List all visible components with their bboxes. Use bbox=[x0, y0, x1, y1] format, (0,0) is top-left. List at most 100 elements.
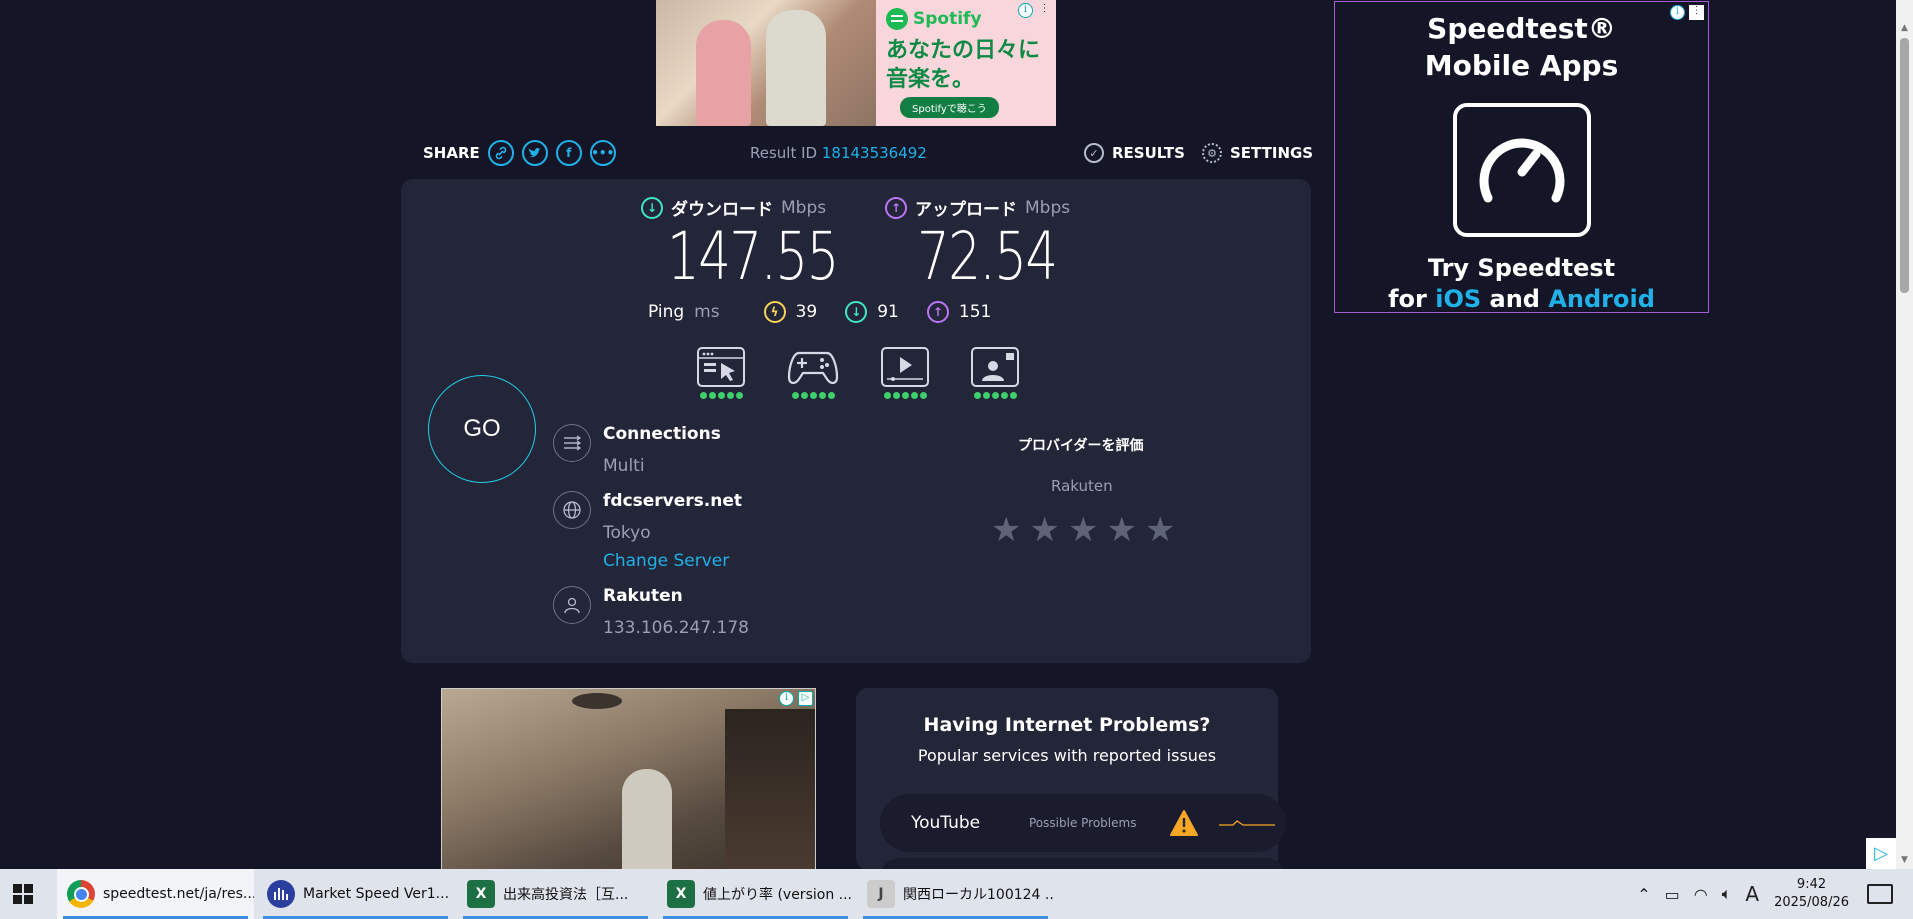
gaming-performance[interactable] bbox=[787, 347, 839, 399]
star-icon[interactable]: ★ bbox=[1145, 513, 1175, 547]
rating-dot bbox=[892, 392, 900, 399]
taskbar-item-excel-1[interactable]: X 出来高投資法［互... bbox=[457, 869, 654, 919]
taskbar-item-label: 出来高投資法［互... bbox=[503, 887, 629, 903]
change-server-link[interactable]: Change Server bbox=[603, 551, 729, 571]
star-icon[interactable]: ★ bbox=[1068, 513, 1098, 547]
start-button[interactable] bbox=[0, 869, 46, 919]
ad-headline: Speedtest® Mobile Apps bbox=[1335, 10, 1708, 84]
video-streaming-performance[interactable] bbox=[881, 347, 929, 399]
ping-download[interactable]: ↓ 91 bbox=[845, 301, 899, 323]
scroll-thumb[interactable] bbox=[1900, 38, 1909, 293]
ad-menu-icon[interactable]: ⋮ bbox=[1037, 3, 1052, 18]
speedtest-apps-ad[interactable]: Speedtest® Mobile Apps Try Speedtest for… bbox=[1334, 1, 1709, 313]
scroll-up-icon[interactable]: ▲ bbox=[1896, 20, 1913, 37]
ad-tag-ios[interactable]: iOS bbox=[1435, 285, 1481, 313]
rating-dot bbox=[800, 392, 808, 399]
ad-info-icon[interactable]: i bbox=[1018, 3, 1033, 18]
result-id-value[interactable]: 18143536492 bbox=[822, 144, 927, 162]
more-icon[interactable]: ••• bbox=[589, 140, 616, 166]
ad-info-icon[interactable]: i bbox=[779, 691, 794, 706]
problem-item-youtube[interactable]: YouTube Possible Problems bbox=[880, 794, 1286, 852]
ad-tag-android[interactable]: Android bbox=[1548, 285, 1655, 313]
taskbar-item-market-speed[interactable]: Market Speed Ver1... bbox=[257, 869, 454, 919]
upload-latency-icon: ↑ bbox=[926, 301, 949, 323]
battery-icon[interactable]: ▭ bbox=[1665, 885, 1680, 904]
settings-link[interactable]: ⚙ SETTINGS bbox=[1202, 143, 1313, 163]
video-chat-performance[interactable] bbox=[971, 347, 1019, 399]
ad-headline-line1: あなたの日々に bbox=[886, 38, 1041, 63]
ping-label: Ping bbox=[648, 302, 685, 322]
taskbar-item-label: Market Speed Ver1... bbox=[303, 886, 450, 902]
go-button[interactable]: GO bbox=[428, 375, 536, 483]
video-streaming-rating bbox=[883, 392, 927, 399]
ad-info-icon[interactable]: i bbox=[1670, 5, 1685, 20]
volume-icon[interactable]: 🔈︎ bbox=[1722, 884, 1732, 904]
ping-idle[interactable]: ϟ 39 bbox=[763, 301, 818, 323]
download-value: 147.55 bbox=[667, 218, 839, 295]
vertical-scrollbar[interactable]: ▲ ▼ bbox=[1896, 0, 1913, 869]
upload-label: アップロード bbox=[915, 200, 1017, 220]
ad-cta-button[interactable]: Spotifyで聴こう bbox=[900, 97, 999, 118]
upload-metric: ↑ アップロード Mbps 72.54 bbox=[885, 195, 1096, 295]
result-card: ↓ ダウンロード Mbps 147.55 ↑ アップロード Mbps 72.54… bbox=[401, 179, 1311, 663]
gaming-rating bbox=[791, 392, 835, 399]
settings-label: SETTINGS bbox=[1230, 144, 1314, 162]
connections-value[interactable]: Multi bbox=[603, 456, 645, 476]
spotify-ad[interactable]: Spotify あなたの日々に 音楽を。 Spotifyで聴こう i ⋮ bbox=[656, 0, 1056, 126]
rating-dot bbox=[699, 392, 707, 399]
ad-tag-for: for bbox=[1388, 285, 1427, 313]
results-label: RESULTS bbox=[1112, 144, 1185, 162]
results-link[interactable]: ✓ RESULTS bbox=[1084, 143, 1185, 163]
wifi-icon[interactable]: ◠ bbox=[1694, 885, 1708, 904]
taskbar-item-java[interactable]: J 関西ローカル100124 ... bbox=[857, 869, 1054, 919]
ad-menu-icon[interactable]: ⋮ bbox=[1689, 5, 1704, 20]
star-icon[interactable]: ★ bbox=[1029, 513, 1059, 547]
facebook-icon[interactable]: f bbox=[555, 140, 582, 166]
service-name: YouTube bbox=[911, 813, 981, 833]
ad-tag-and: and bbox=[1489, 285, 1540, 313]
idle-latency-icon: ϟ bbox=[763, 301, 786, 323]
star-icon[interactable]: ★ bbox=[1106, 513, 1136, 547]
rating-dot bbox=[991, 392, 999, 399]
taskbar-item-excel-2[interactable]: X 値上がり率 (version ... bbox=[657, 869, 854, 919]
rating-dot bbox=[708, 392, 716, 399]
ad-promo: Spotify あなたの日々に 音楽を。 Spotifyで聴こう i ⋮ bbox=[876, 0, 1056, 126]
link-icon[interactable] bbox=[487, 140, 514, 166]
video-chat-icon bbox=[971, 347, 1019, 387]
notification-icon[interactable] bbox=[1867, 884, 1893, 904]
star-icon[interactable]: ★ bbox=[991, 513, 1021, 547]
video-streaming-icon bbox=[881, 347, 929, 387]
taskbar-item-chrome[interactable]: speedtest.net/ja/res... bbox=[57, 869, 254, 919]
ping-idle-value: 39 bbox=[795, 302, 818, 322]
trend-sparkline bbox=[1219, 814, 1275, 833]
clock[interactable]: 9:42 2025/08/26 bbox=[1774, 876, 1849, 912]
ime-indicator[interactable]: A bbox=[1745, 882, 1759, 906]
ad-info[interactable]: i ⋮ bbox=[1670, 5, 1704, 20]
gear-icon: ⚙ bbox=[1202, 143, 1222, 163]
service-status: Possible Problems bbox=[1029, 816, 1137, 830]
check-icon: ✓ bbox=[1084, 143, 1104, 163]
globe-icon bbox=[553, 491, 591, 529]
web-browsing-performance[interactable] bbox=[697, 347, 745, 399]
share-bar: SHARE f ••• Result ID 18143536492 ✓ RESU… bbox=[423, 137, 1313, 169]
connections-icon bbox=[553, 424, 591, 462]
ad-tagline: Try Speedtest for iOS and Android bbox=[1335, 253, 1708, 315]
isp-name: Rakuten bbox=[603, 586, 683, 606]
twitter-icon[interactable] bbox=[521, 140, 548, 166]
adchoices-icon[interactable]: ▷ bbox=[1866, 838, 1896, 869]
user-icon bbox=[553, 586, 591, 624]
rating-dot bbox=[735, 392, 743, 399]
download-latency-icon: ↓ bbox=[845, 301, 868, 323]
scroll-down-icon[interactable]: ▼ bbox=[1896, 852, 1913, 869]
spotify-icon bbox=[886, 8, 908, 30]
rating-dot bbox=[1009, 392, 1017, 399]
excel-icon: X bbox=[467, 880, 495, 908]
upload-arrow-icon: ↑ bbox=[885, 196, 907, 219]
ad-info[interactable]: i ▷ bbox=[779, 691, 813, 706]
ping-upload[interactable]: ↑ 151 bbox=[926, 301, 991, 323]
ad-info[interactable]: i ⋮ bbox=[1018, 3, 1052, 18]
chevron-up-icon[interactable]: ⌃ bbox=[1637, 885, 1650, 904]
ad-headline-line2: 音楽を。 bbox=[886, 67, 975, 92]
video-ad[interactable]: i ▷ bbox=[441, 688, 816, 870]
adchoices-icon[interactable]: ▷ bbox=[798, 691, 813, 706]
